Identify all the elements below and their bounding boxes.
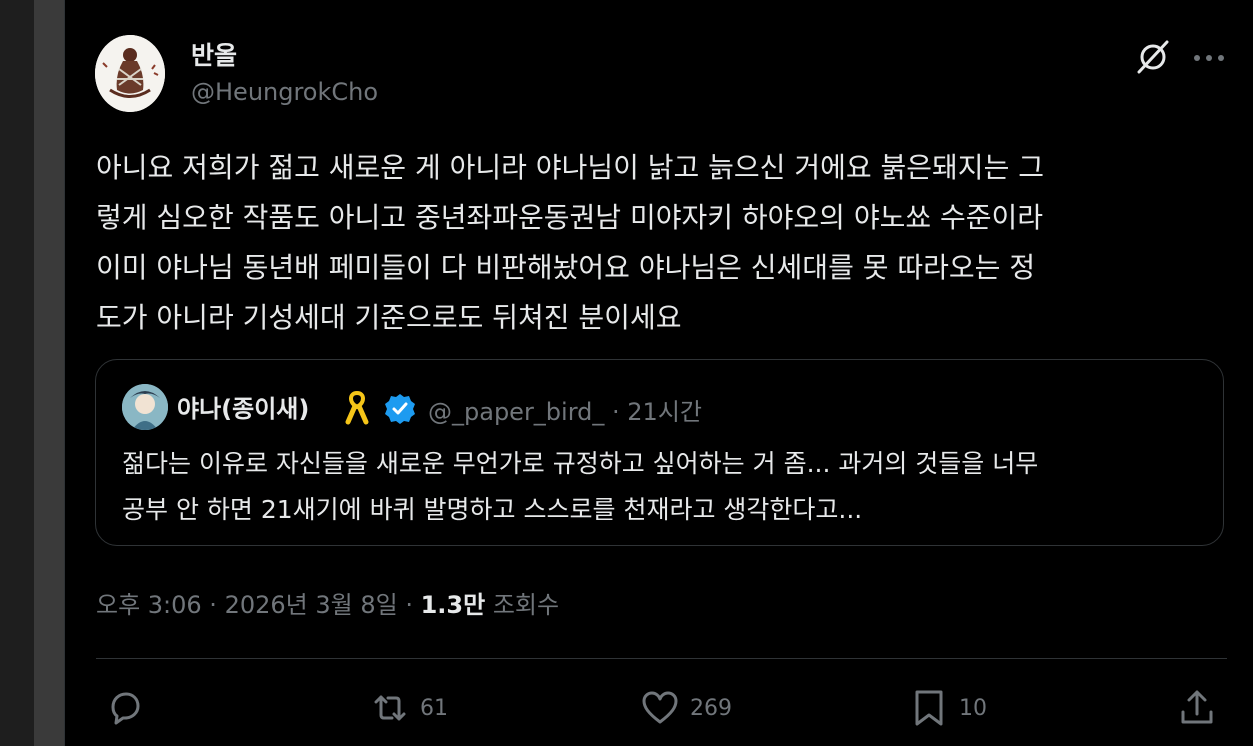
quoted-handle[interactable]: @_paper_bird_ [428,398,604,426]
yellow-ribbon-icon [344,389,370,425]
like-count: 269 [690,695,732,721]
quoted-author-avatar[interactable] [122,384,168,430]
left-scroll-border [34,0,64,746]
reply-icon [111,692,140,725]
repost-icon [374,695,406,721]
share-icon [1181,690,1213,724]
quoted-time[interactable]: · 21시간 [604,398,702,426]
left-gutter [0,0,34,746]
reply-button[interactable] [105,686,145,730]
tweet-line: 아니요 저희가 젊고 새로운 게 아니라 야나님이 낡고 늙으신 거에요 붉은돼… [96,151,1044,184]
verified-badge-icon [383,392,417,426]
heart-icon [642,691,678,724]
bookmark-icon [915,690,943,726]
share-button[interactable] [1177,686,1217,730]
repost-count: 61 [420,695,448,721]
author-avatar[interactable] [95,35,165,112]
like-button[interactable]: 269 [640,686,732,730]
author-display-name[interactable]: 반올 [191,36,237,72]
left-divider-line [64,0,65,746]
tweet-text: 아니요 저희가 젊고 새로운 게 아니라 야나님이 낡고 늙으신 거에요 붉은돼… [96,143,1231,343]
tweet-line: 도가 아니라 기성세대 기준으로도 뒤쳐진 분이세요 [96,301,682,334]
bookmark-count: 10 [959,695,987,721]
quoted-line: 젊다는 이유로 자신들을 새로운 무언가로 규정하고 싶어하는 거 좀... 과… [122,449,1039,478]
tweet-timestamp[interactable]: 오후 3:06 · 2026년 3월 8일 · [96,591,421,619]
quoted-handle-and-time[interactable]: @_paper_bird_ · 21시간 [428,392,702,427]
repost-button[interactable]: 61 [370,686,448,730]
more-icon[interactable] [1192,48,1226,61]
tweet-meta: 오후 3:06 · 2026년 3월 8일 · 1.3만 조회수 [96,585,559,620]
quoted-author-display-name[interactable]: 야나(종이새) [177,389,309,424]
author-handle[interactable]: @HeungrokCho [191,78,378,106]
divider [96,658,1227,659]
views-label: 조회수 [485,591,560,619]
quoted-line: 공부 안 하면 21새기에 바퀴 발명하고 스스로를 천재라고 생각한다고... [122,495,863,524]
tweet-line: 렇게 심오한 작품도 아니고 중년좌파운동권남 미야자키 하야오의 야노쑈 수준… [96,201,1044,234]
views-count: 1.3만 [420,591,486,619]
bookmark-button[interactable]: 10 [909,686,987,730]
tweet-line: 이미 야나님 동년배 페미들이 다 비판해놨어요 야나님은 신세대를 못 따라오… [96,251,1036,284]
grok-icon[interactable] [1133,36,1173,76]
quoted-tweet-text: 젊다는 이유로 자신들을 새로운 무언가로 규정하고 싶어하는 거 좀... 과… [122,441,1202,533]
